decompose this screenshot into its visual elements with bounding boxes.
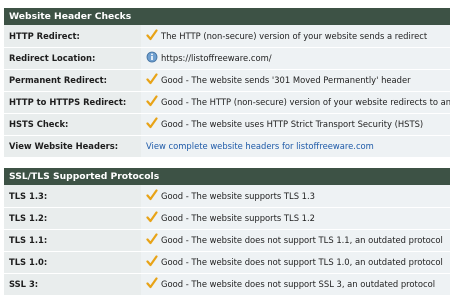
redirect-location-label: Redirect Location: — [4, 47, 141, 70]
checkmark-icon — [146, 211, 158, 223]
ssl-tls-protocols-table: TLS 1.3: Good - The website supports TLS… — [4, 185, 450, 296]
table-row: TLS 1.3: Good - The website supports TLS… — [4, 185, 450, 208]
hsts-check-label: HSTS Check: — [4, 113, 141, 136]
checkmark-icon — [146, 117, 158, 129]
checkmark-icon — [146, 189, 158, 200]
ssl-3-label: SSL 3: — [4, 273, 141, 296]
checkmark-icon — [146, 255, 158, 267]
table-row: HTTP to HTTPS Redirect: Good - The HTTP … — [4, 91, 450, 114]
table-row: HTTP Redirect: The HTTP (non-secure) ver… — [4, 25, 450, 48]
checkmark-icon — [146, 277, 158, 289]
website-header-checks-table: HTTP Redirect: The HTTP (non-secure) ver… — [4, 25, 450, 158]
checkmark-icon — [146, 95, 158, 107]
globe-icon — [146, 51, 158, 63]
tls-1-1-label: TLS 1.1: — [4, 229, 141, 252]
checkmark-icon — [146, 29, 158, 40]
permanent-redirect-value: Good - The website sends '301 Moved Perm… — [141, 69, 450, 92]
checkmark-icon — [146, 73, 158, 85]
ssl-tls-protocols-title: SSL/TLS Supported Protocols — [4, 168, 450, 185]
tls-1-2-label: TLS 1.2: — [4, 207, 141, 230]
table-row: TLS 1.1: Good - The website does not sup… — [4, 229, 450, 252]
view-website-headers-label: View Website Headers: — [4, 135, 141, 158]
hsts-check-value: Good - The website uses HTTP Strict Tran… — [141, 113, 450, 136]
tls-1-1-value: Good - The website does not support TLS … — [141, 229, 450, 252]
ssl-tls-protocols-panel: SSL/TLS Supported Protocols TLS 1.3: Goo… — [4, 168, 450, 296]
permanent-redirect-label: Permanent Redirect: — [4, 69, 141, 92]
table-row: HSTS Check: Good - The website uses HTTP… — [4, 113, 450, 136]
tls-1-0-label: TLS 1.0: — [4, 251, 141, 274]
table-row: Permanent Redirect: Good - The website s… — [4, 69, 450, 92]
table-row: SSL 3: Good - The website does not suppo… — [4, 273, 450, 296]
table-row: TLS 1.2: Good - The website supports TLS… — [4, 207, 450, 230]
http-to-https-redirect-label: HTTP to HTTPS Redirect: — [4, 91, 141, 114]
website-header-checks-panel: Website Header Checks HTTP Redirect: The… — [4, 8, 450, 158]
http-redirect-label: HTTP Redirect: — [4, 25, 141, 48]
view-headers-link[interactable]: View complete website headers for listof… — [146, 141, 374, 151]
redirect-location-value: https://listoffreeware.com/ — [141, 47, 450, 70]
checkmark-icon — [146, 233, 158, 245]
http-redirect-value: The HTTP (non-secure) version of your we… — [141, 25, 450, 48]
tls-1-3-label: TLS 1.3: — [4, 185, 141, 208]
ssl-3-value: Good - The website does not support SSL … — [141, 273, 450, 296]
tls-1-0-value: Good - The website does not support TLS … — [141, 251, 450, 274]
view-website-headers-value: View complete website headers for listof… — [141, 135, 450, 158]
table-row: TLS 1.0: Good - The website does not sup… — [4, 251, 450, 274]
tls-1-2-value: Good - The website supports TLS 1.2 — [141, 207, 450, 230]
website-header-checks-title: Website Header Checks — [4, 8, 450, 25]
http-to-https-redirect-value: Good - The HTTP (non-secure) version of … — [141, 91, 450, 114]
table-row: Redirect Location: https://listoffreewar… — [4, 47, 450, 70]
table-row: View Website Headers: View complete webs… — [4, 135, 450, 158]
tls-1-3-value: Good - The website supports TLS 1.3 — [141, 185, 450, 208]
